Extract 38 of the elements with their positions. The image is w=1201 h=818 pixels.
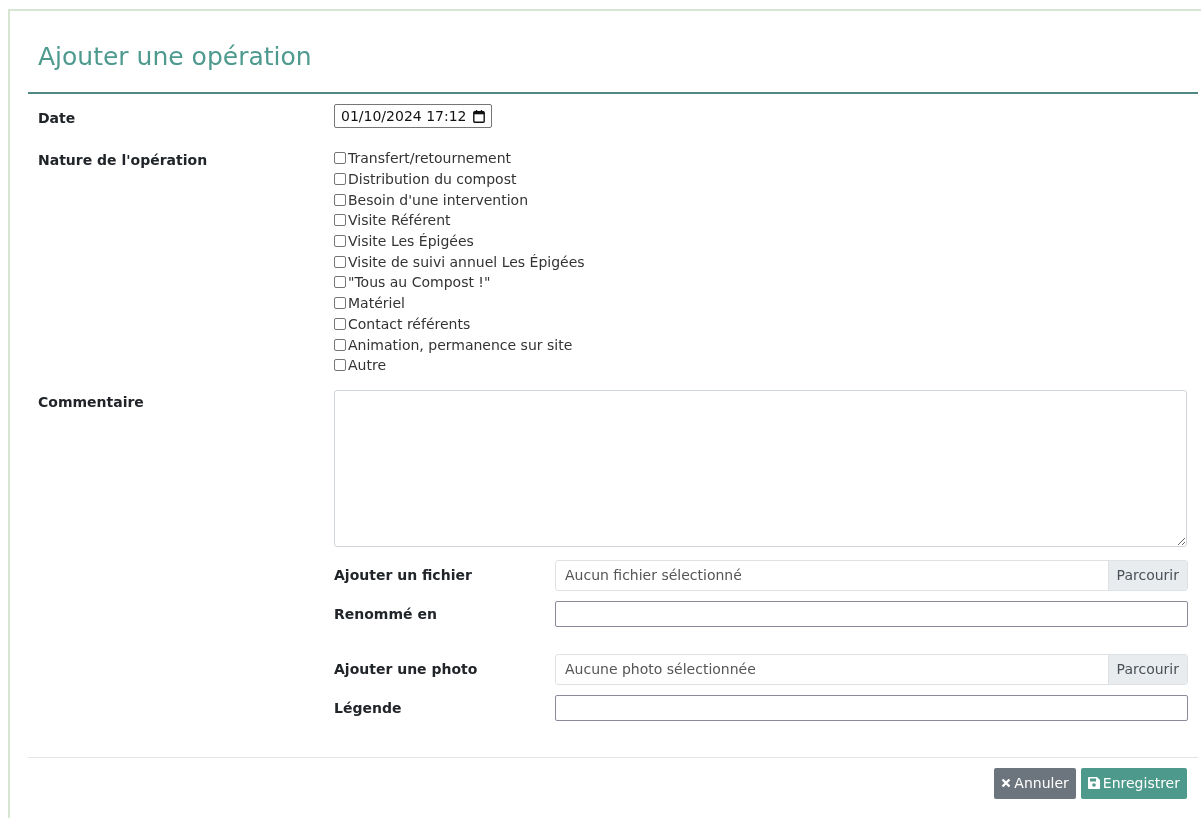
checkbox[interactable] — [334, 214, 346, 227]
checkbox[interactable] — [334, 193, 346, 206]
checkbox-label: Distribution du compost — [348, 171, 517, 188]
checkbox[interactable] — [334, 359, 346, 372]
checkbox-label: Contact référents — [348, 315, 471, 332]
input-field[interactable] — [555, 694, 1188, 721]
checkbox[interactable] — [334, 317, 346, 330]
checkbox-label: Matériel — [348, 295, 405, 312]
calendar-icon — [472, 109, 485, 123]
dialog-title: Ajouter une opération — [37, 41, 313, 73]
checkbox-label: Visite Référent — [348, 212, 451, 229]
checkbox-label: Besoin d'une intervention — [348, 191, 529, 208]
checkbox[interactable] — [334, 173, 346, 186]
date-time-field[interactable]: 01/10/2024 17:12 — [334, 104, 492, 128]
checkbox[interactable] — [334, 297, 346, 310]
field-label: Ajouter une photo — [334, 661, 479, 678]
checkbox-label: Autre — [348, 357, 386, 374]
field-label: Nature de l'opération — [38, 151, 209, 170]
field-label: Légende — [334, 699, 403, 716]
checkbox-label: Visite de suivi annuel Les Épigées — [348, 253, 585, 270]
input-field[interactable] — [555, 600, 1188, 627]
close-icon — [1001, 778, 1012, 789]
checkbox[interactable] — [334, 235, 346, 248]
cancel-button[interactable]: Annuler — [994, 767, 1076, 799]
checkbox[interactable] — [334, 255, 346, 268]
checkbox[interactable] — [334, 276, 346, 289]
file-input[interactable]: Aucun fichier sélectionné Parcourir — [555, 559, 1188, 591]
field-label: Commentaire — [38, 392, 145, 412]
checkbox[interactable] — [334, 338, 346, 351]
field-label: Date — [38, 109, 77, 126]
checkbox-label: Visite Les Épigées — [348, 233, 474, 250]
field-label: Renommé en — [334, 605, 438, 622]
checkbox-label: Transfert/retournement — [348, 150, 512, 167]
checkbox[interactable] — [334, 152, 346, 165]
file-input[interactable]: Aucune photo sélectionnée Parcourir — [555, 653, 1188, 685]
checkbox-label: Animation, permanence sur site — [348, 336, 573, 353]
checkbox-label: "Tous au Compost !" — [348, 274, 491, 291]
field-label: Ajouter un fichier — [334, 567, 473, 584]
